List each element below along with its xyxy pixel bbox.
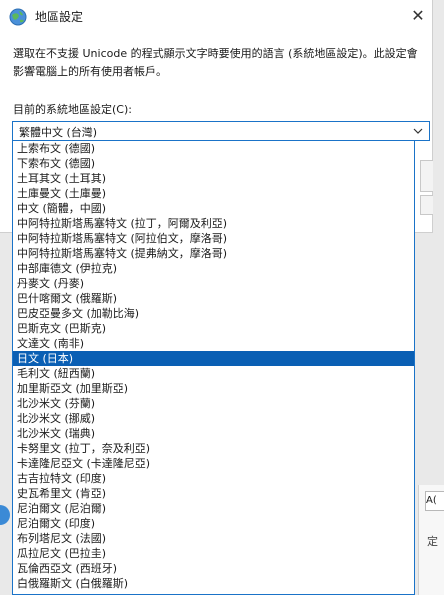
locale-option[interactable]: 下索布文 (德國) bbox=[13, 156, 414, 171]
globe-icon bbox=[9, 8, 27, 26]
close-button[interactable]: ✕ bbox=[404, 2, 432, 30]
locale-option[interactable]: 文達文 (南非) bbox=[13, 336, 414, 351]
locale-option[interactable]: 土耳其文 (土耳其) bbox=[13, 171, 414, 186]
locale-option[interactable]: 北沙米文 (瑞典) bbox=[13, 426, 414, 441]
locale-option[interactable]: 卡努里文 (拉丁，奈及利亞) bbox=[13, 441, 414, 456]
locale-option[interactable]: 中阿特拉斯塔馬塞特文 (提弗納文，摩洛哥) bbox=[13, 246, 414, 261]
locale-option[interactable]: 北沙米文 (挪威) bbox=[13, 411, 414, 426]
locale-option[interactable]: 巴皮亞曼多文 (加勒比海) bbox=[13, 306, 414, 321]
locale-option[interactable]: 古吉拉特文 (印度) bbox=[13, 471, 414, 486]
locale-option[interactable]: 上索布文 (德國) bbox=[13, 141, 414, 156]
locale-option[interactable]: 白俄羅斯文 (白俄羅斯) bbox=[13, 576, 414, 591]
locale-option[interactable]: 巴什喀爾文 (俄羅斯) bbox=[13, 291, 414, 306]
system-locale-value: 繁體中文 (台灣) bbox=[19, 126, 98, 139]
title-bar: 地區設定 ✕ bbox=[0, 0, 432, 34]
locale-option[interactable]: 中阿特拉斯塔馬塞特文 (拉丁，阿爾及利亞) bbox=[13, 216, 414, 231]
system-locale-label: 目前的系統地區設定(C): bbox=[13, 103, 132, 116]
background-window-fragment: A( 定 bbox=[418, 485, 444, 595]
locale-option[interactable]: 加里斯亞文 (加里斯亞) bbox=[13, 381, 414, 396]
locale-option[interactable]: 中文 (簡體，中國) bbox=[13, 201, 414, 216]
locale-option[interactable]: 史瓦希里文 (肯亞) bbox=[13, 486, 414, 501]
locale-option[interactable]: 丹麥文 (丹麥) bbox=[13, 276, 414, 291]
locale-option[interactable]: 尼泊爾文 (印度) bbox=[13, 516, 414, 531]
locale-option-selected[interactable]: 日文 (日本) bbox=[13, 351, 414, 366]
background-app-icon bbox=[0, 505, 10, 525]
hidden-button-fragment[interactable] bbox=[420, 160, 433, 192]
dialog-description: 選取在不支援 Unicode 的程式顯示文字時要使用的語言 (系統地區設定)。此… bbox=[13, 47, 418, 78]
locale-option[interactable]: 毛利文 (紐西蘭) bbox=[13, 366, 414, 381]
locale-option[interactable]: 瓦倫西亞文 (西班牙) bbox=[13, 561, 414, 576]
hidden-button-fragment-2[interactable] bbox=[420, 195, 433, 215]
locale-dropdown-list[interactable]: 上索布文 (德國) 下索布文 (德國) 土耳其文 (土耳其) 土庫曼文 (土庫曼) 中文… bbox=[12, 141, 415, 595]
locale-option[interactable]: 卡達隆尼亞文 (卡達隆尼亞) bbox=[13, 456, 414, 471]
locale-option[interactable]: 巴斯克文 (巴斯克) bbox=[13, 321, 414, 336]
system-locale-combobox[interactable]: 繁體中文 (台灣) bbox=[12, 121, 430, 141]
locale-option[interactable]: 瓜拉尼文 (巴拉圭) bbox=[13, 546, 414, 561]
locale-option[interactable]: 土庫曼文 (土庫曼) bbox=[13, 186, 414, 201]
dialog-title: 地區設定 bbox=[35, 10, 84, 24]
locale-option[interactable]: 中部庫德文 (伊拉克) bbox=[13, 261, 414, 276]
locale-option[interactable]: 中阿特拉斯塔馬塞特文 (阿拉伯文，摩洛哥) bbox=[13, 231, 414, 246]
background-input-fragment: A( bbox=[425, 491, 444, 511]
locale-option[interactable]: 尼泊爾文 (尼泊爾) bbox=[13, 501, 414, 516]
locale-option[interactable]: 北沙米文 (芬蘭) bbox=[13, 396, 414, 411]
background-text-fragment: 定 bbox=[427, 535, 438, 548]
chevron-down-icon[interactable] bbox=[411, 124, 425, 138]
locale-option[interactable]: 布列塔尼文 (法國) bbox=[13, 531, 414, 546]
